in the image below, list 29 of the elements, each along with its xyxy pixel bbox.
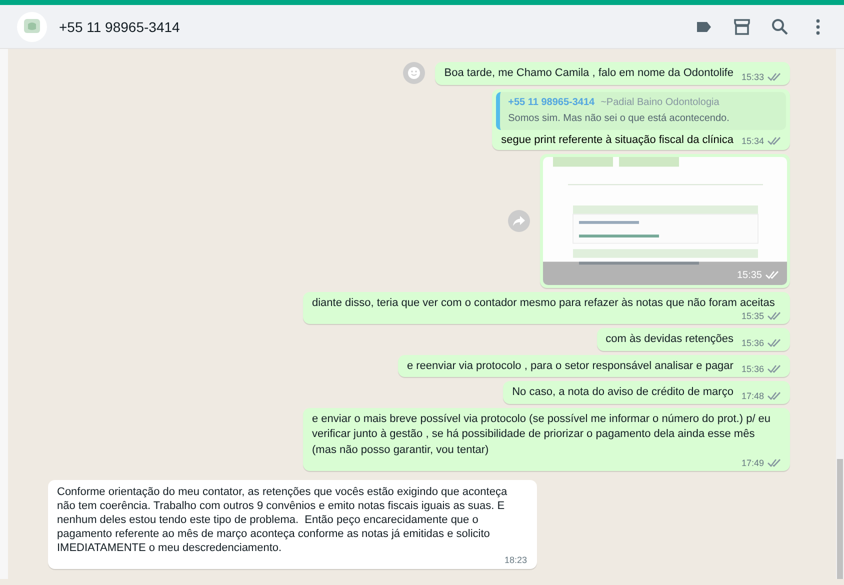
message-time: 15:34: [741, 136, 764, 146]
smiley-icon: [407, 66, 422, 80]
message-text: Conforme orientação do meu contator, as retenções que vocês estão exigindo que aconteça não tem coerência. Trabalho com outros 9 convênios e emito notas fiscais iguais as suas. E nenhum deles estou tendo este tipo de problema. Então peço encarecidamente que o pagamento referente ao mês de março aconteça conforme as notas já emitidas e solicito IMEDIATAMENTE o meu descredenciamento.: [57, 485, 508, 555]
message-text: e enviar o mais breve possível via protocolo (se possível me informar o número do prot.) p/ eu verificar junto à gestão , se há possibilidade de priorizar o pagamento dela ainda esse mês (mas não posso garantir, vou tentar): [312, 412, 772, 458]
message-text: e reenviar via protocolo , para o setor responsável analisar e pagar: [406, 358, 734, 374]
message-time: 15:35: [741, 311, 764, 321]
message-time: 17:49: [741, 458, 764, 468]
forward-arrow-icon: [513, 214, 525, 226]
message-text: segue print referente à situação fiscal da clínica: [501, 134, 734, 146]
message-time: 15:33: [741, 72, 764, 82]
message-text: No caso, a nota do aviso de crédito de março: [512, 385, 734, 400]
message-time: 18:23: [504, 555, 527, 565]
message-text: diante disso, teria que ver com o contador mesmo para refazer às notas que não foram aceitas: [312, 296, 775, 310]
message-time: 15:35: [736, 270, 762, 280]
quoted-message[interactable]: +55 11 98965-3414 ~Padial Baino Odontologia Somos sim. Mas não sei o que está acontecendo.: [496, 92, 786, 130]
quote-author: +55 11 98965-3414: [508, 96, 595, 108]
quote-name: ~Padial Baino Odontologia: [600, 96, 720, 108]
message-time: 15:36: [741, 338, 764, 348]
forward-button[interactable]: [508, 210, 530, 232]
message-text: Boa tarde, me Chamo Camila , falo em nome da Odontolife: [444, 66, 734, 81]
message-time: 15:36: [741, 364, 764, 374]
contact-avatar[interactable]: [17, 12, 47, 42]
message-time: 17:48: [741, 390, 764, 400]
store-icon[interactable]: [732, 16, 752, 36]
search-icon[interactable]: [770, 16, 790, 36]
scrollbar[interactable]: [836, 49, 844, 579]
quote-text: Somos sim. Mas não sei o que está acontecendo.: [508, 112, 730, 124]
emoji-button[interactable]: [403, 62, 426, 84]
message-text: com às devidas retenções: [606, 332, 734, 347]
